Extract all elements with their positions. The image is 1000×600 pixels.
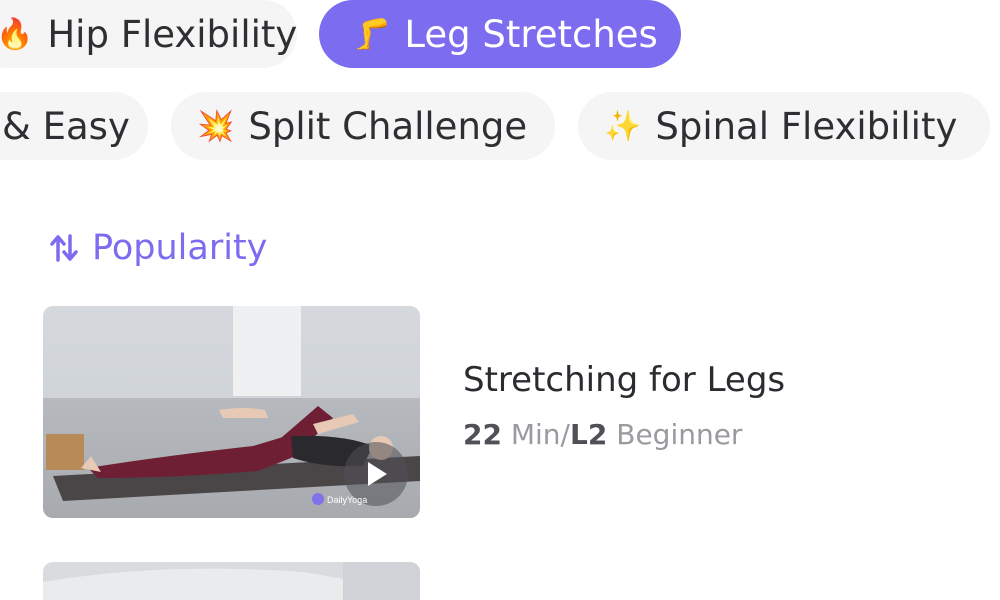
filter-chip-easy[interactable]: & Easy [0,92,148,160]
sort-popularity-button[interactable]: Popularity [50,228,267,268]
course-meta: 22 Min/L2 Beginner [463,418,742,451]
course-duration: 22 [463,418,502,451]
course-level: L2 [570,418,608,451]
course-title[interactable]: Stretching for Legs [463,360,785,400]
leg-icon: 🦵 [353,16,391,52]
filter-chip-spinal-flexibility[interactable]: ✨ Spinal Flexibility [578,92,990,160]
filter-chip-label: Spinal Flexibility [655,104,958,148]
filter-chip-split-challenge[interactable]: 💥 Split Challenge [171,92,555,160]
filter-chip-label: & Easy [2,104,130,148]
filter-chip-label: Split Challenge [248,104,528,148]
filter-chip-label: Hip Flexibility [47,12,298,56]
course-duration-unit: Min/ [501,418,570,451]
course-list-screen: 🔥 Hip Flexibility 🦵 Leg Stretches & Easy… [0,0,1000,600]
sort-arrows-icon [50,233,78,263]
course-thumbnail[interactable]: DailyYoga [43,306,420,518]
sort-label: Popularity [92,228,268,268]
fire-icon: 🔥 [0,16,34,52]
watermark-text: DailyYoga [327,495,367,505]
course-thumbnail-next[interactable] [43,562,420,600]
course-level-name: Beginner [607,418,743,451]
collision-icon: 💥 [197,108,235,144]
filter-chip-hip-flexibility[interactable]: 🔥 Hip Flexibility [0,0,297,68]
filter-chip-label: Leg Stretches [404,12,658,56]
filter-chip-leg-stretches[interactable]: 🦵 Leg Stretches [319,0,681,68]
sparkles-icon: ✨ [604,108,642,144]
